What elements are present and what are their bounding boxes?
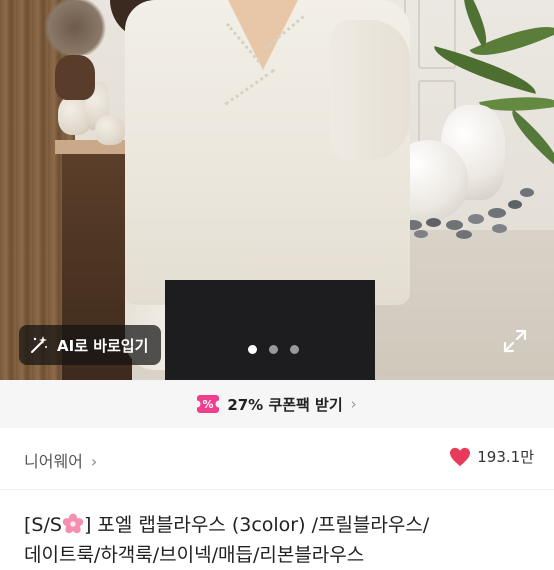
pebble [426,218,441,227]
cherry-blossom-icon [62,513,84,534]
magic-wand-icon [31,336,47,353]
title-prefix: [S/S [24,514,62,536]
blouse-sleeve-right [330,20,410,160]
ai-try-on-label: AI로 바로입기 [57,336,149,355]
shop-link[interactable]: 니어웨어 › [24,448,97,472]
pebble [508,200,522,209]
ceramic-jar [95,115,125,145]
coupon-label: 27% 쿠폰팩 받기 [227,395,343,414]
pebble [414,230,428,238]
title-line-2: 데이트룩/하객룩/브이넥/매듭/리본블라우스 [24,544,365,566]
svg-text:%: % [203,398,214,411]
carousel-dot[interactable] [269,345,278,354]
shop-name: 니어웨어 [24,452,83,471]
coupon-pack-banner[interactable]: % 27% 쿠폰팩 받기 › [0,380,554,428]
pebble [456,230,472,239]
dried-branches [40,0,110,55]
like-count: 193.1만 [477,448,534,466]
coupon-icon: % [197,395,220,413]
dark-pot [55,55,95,100]
pebble [488,208,506,218]
pebble [446,220,463,230]
shop-row: 니어웨어 › 193.1만 [0,428,554,490]
heart-icon [450,447,471,466]
ai-try-on-button[interactable]: AI로 바로입기 [19,325,161,365]
carousel-dot[interactable] [290,345,299,354]
expand-icon[interactable] [503,329,527,353]
carousel-indicator [248,345,299,354]
pebble [520,188,534,197]
carousel-dot-active[interactable] [248,345,257,354]
product-image-carousel[interactable]: AI로 바로입기 [0,0,554,380]
pebble [468,214,484,224]
black-pants [165,280,375,380]
chevron-right-icon: › [350,395,357,413]
chevron-right-icon: › [90,452,98,471]
title-text: ] 포엘 랩블라우스 (3color) /프릴블라우스/ [83,514,430,536]
product-title: [S/S ] 포엘 랩블라우스 (3color) /프릴블라우스/ 데이트룩/하… [24,510,544,570]
pebble [492,224,507,233]
like-button[interactable]: 193.1만 [449,446,534,467]
